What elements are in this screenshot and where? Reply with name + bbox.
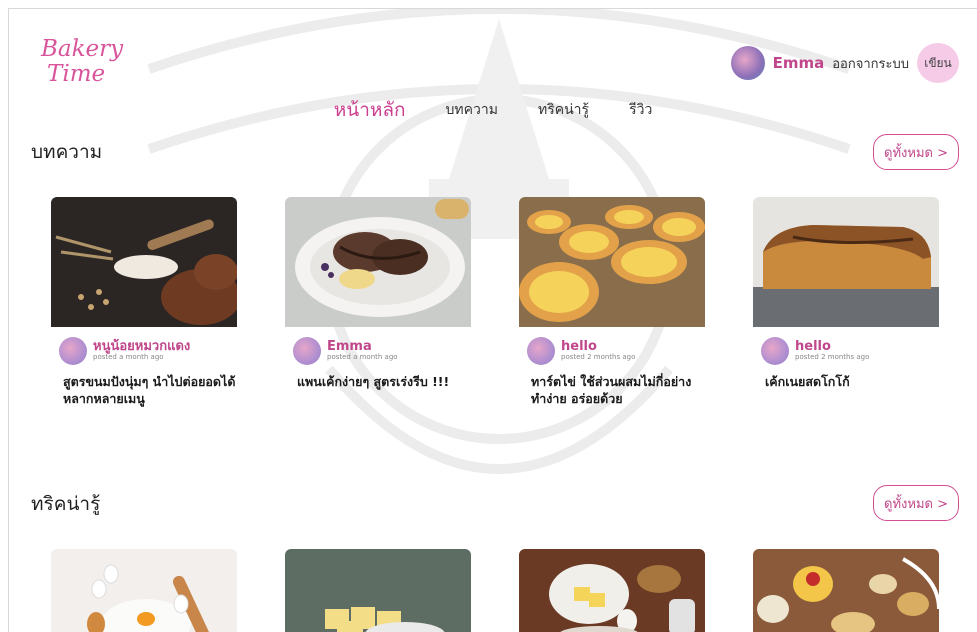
tricks-heading: ทริคน่ารู้ — [31, 493, 101, 515]
article-card[interactable]: หนูน้อยหมวกแดง posted a month ago สูตรขน… — [51, 197, 237, 407]
brand-logo[interactable]: Bakery Time — [41, 37, 123, 87]
user-menu: Emma ออกจากระบบ เขียน — [730, 43, 959, 83]
nav-articles[interactable]: บทความ — [446, 99, 498, 125]
post-time: posted a month ago — [327, 353, 398, 361]
post-time: posted a month ago — [93, 353, 164, 361]
articles-heading: บทความ — [31, 141, 103, 163]
article-image[interactable] — [753, 197, 939, 327]
write-button[interactable]: เขียน — [917, 43, 959, 83]
author-name[interactable]: หนูน้อยหมวกแดง — [93, 340, 190, 353]
article-card[interactable]: hello posted 2 months ago ทาร์ตไข่ ใช้ส่… — [519, 197, 705, 407]
brand-line-1: Bakery — [41, 36, 124, 62]
trick-card[interactable] — [285, 549, 471, 632]
article-image[interactable] — [519, 197, 705, 327]
author-avatar[interactable] — [527, 337, 555, 365]
trick-image[interactable] — [519, 549, 705, 632]
article-image[interactable] — [51, 197, 237, 327]
article-card[interactable]: hello posted 2 months ago เค้กเนยสดโกโก้ — [753, 197, 939, 407]
article-author: hello posted 2 months ago — [753, 337, 939, 365]
article-title[interactable]: สูตรขนมปังนุ่มๆ นำไปต่อยอดได้หลากหลายเมน… — [51, 373, 237, 407]
main-nav: หน้าหลัก บทความ ทริคน่ารู้ รีวิว — [9, 99, 977, 125]
article-author: หนูน้อยหมวกแดง posted a month ago — [51, 337, 237, 365]
articles-view-all-button[interactable]: ดูทั้งหมด > — [873, 134, 959, 170]
trick-card[interactable] — [753, 549, 939, 632]
post-time: posted 2 months ago — [561, 353, 636, 361]
user-name[interactable]: Emma — [773, 54, 825, 72]
trick-image[interactable] — [753, 549, 939, 632]
nav-reviews[interactable]: รีวิว — [629, 99, 652, 125]
page: Bakery Time Emma ออกจากระบบ เขียน หน้าหล… — [8, 8, 977, 632]
avatar[interactable] — [730, 46, 765, 80]
author-name[interactable]: Emma — [327, 340, 398, 353]
author-avatar[interactable] — [59, 337, 87, 365]
post-time: posted 2 months ago — [795, 353, 870, 361]
trick-card[interactable] — [519, 549, 705, 632]
trick-image[interactable] — [51, 549, 237, 632]
author-avatar[interactable] — [761, 337, 789, 365]
tricks-list — [51, 549, 939, 632]
article-author: hello posted 2 months ago — [519, 337, 705, 365]
tricks-view-all-button[interactable]: ดูทั้งหมด > — [873, 485, 959, 521]
article-card[interactable]: Emma posted a month ago แพนเค้กง่ายๆ สูต… — [285, 197, 471, 407]
articles-list: หนูน้อยหมวกแดง posted a month ago สูตรขน… — [51, 197, 939, 407]
article-title[interactable]: ทาร์ตไข่ ใช้ส่วนผสมไม่กี่อย่าง ทำง่าย อร… — [519, 373, 705, 407]
nav-tricks[interactable]: ทริคน่ารู้ — [538, 99, 589, 125]
brand-line-2: Time — [47, 61, 106, 87]
author-name[interactable]: hello — [561, 340, 635, 353]
article-author: Emma posted a month ago — [285, 337, 471, 365]
article-title[interactable]: แพนเค้กง่ายๆ สูตรเร่งรีบ !!! — [285, 373, 471, 390]
nav-home[interactable]: หน้าหลัก — [334, 95, 406, 125]
author-avatar[interactable] — [293, 337, 321, 365]
article-title[interactable]: เค้กเนยสดโกโก้ — [753, 373, 939, 390]
author-name[interactable]: hello — [795, 340, 869, 353]
article-image[interactable] — [285, 197, 471, 327]
trick-image[interactable] — [285, 549, 471, 632]
trick-card[interactable] — [51, 549, 237, 632]
logout-link[interactable]: ออกจากระบบ — [832, 53, 909, 74]
